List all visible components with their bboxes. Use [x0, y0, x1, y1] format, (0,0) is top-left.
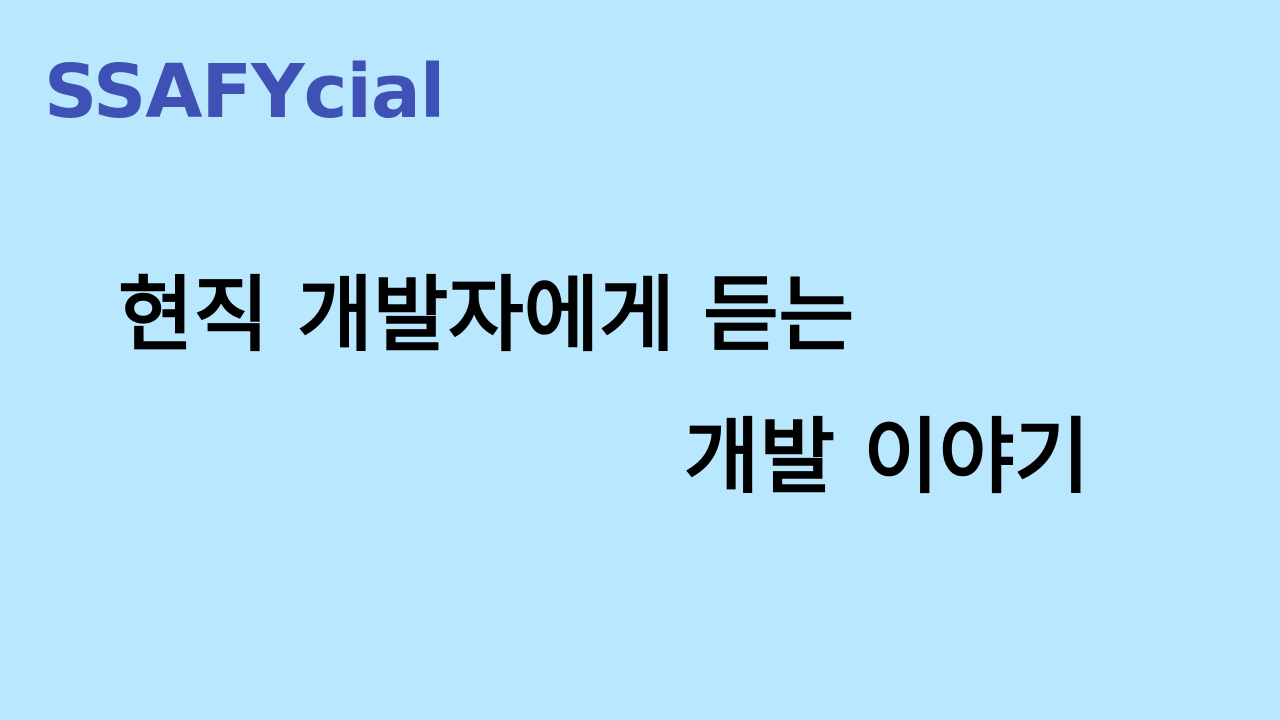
brand-logo-text: SSAFYcial: [44, 49, 445, 135]
title-line-2: 개발 이야기: [684, 410, 1090, 505]
slide-background: SSAFYcial 현직 개발자에게 듣는 개발 이야기: [0, 0, 1280, 720]
title-line-1: 현직 개발자에게 듣는: [118, 268, 855, 363]
